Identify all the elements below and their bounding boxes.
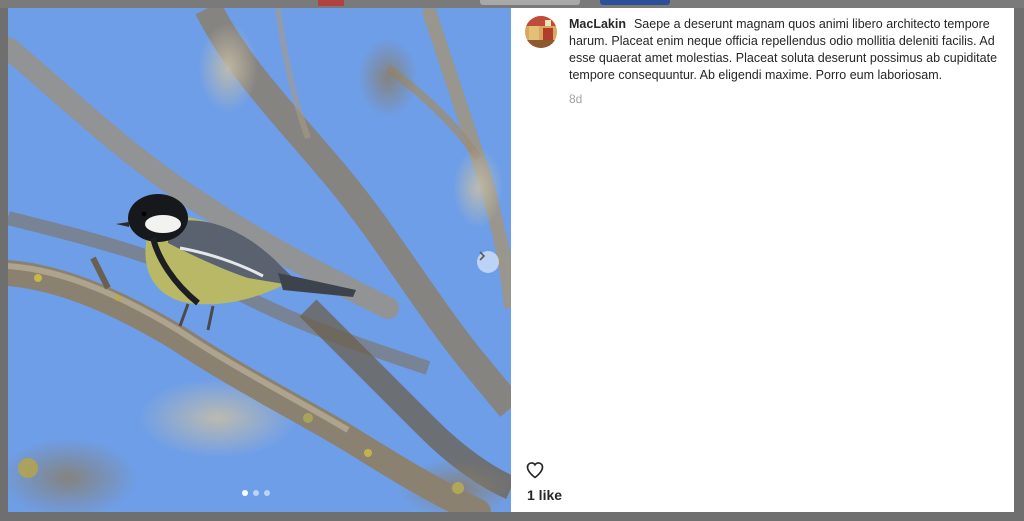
chevron-right-icon: [479, 251, 486, 261]
background-page-button: [600, 0, 670, 5]
heart-outline-icon[interactable]: [525, 460, 545, 480]
post-actions: [525, 460, 545, 485]
post-photo: [8, 8, 511, 512]
like-count[interactable]: 1 like: [527, 487, 562, 503]
post-modal: MacLakin Saepe a deserunt magnam quos ani…: [8, 8, 1014, 512]
carousel-dot: [264, 490, 270, 496]
avatar-image: [525, 16, 557, 48]
carousel-indicator: [242, 490, 270, 496]
avatar[interactable]: [525, 16, 557, 48]
caption-text-block: MacLakin Saepe a deserunt magnam quos ani…: [569, 16, 1000, 84]
post-timestamp[interactable]: 8d: [569, 92, 1000, 106]
caption-text: Saepe a deserunt magnam quos animi liber…: [569, 17, 998, 82]
post-sidebar: MacLakin Saepe a deserunt magnam quos ani…: [511, 8, 1014, 512]
background-page-element: [318, 0, 344, 6]
caption-comment: MacLakin Saepe a deserunt magnam quos ani…: [525, 16, 1000, 106]
background-page-element: [480, 0, 580, 5]
username-link[interactable]: MacLakin: [569, 17, 626, 31]
carousel-dot: [242, 490, 248, 496]
carousel-dot: [253, 490, 259, 496]
carousel-next-button[interactable]: [477, 251, 499, 273]
background-page: [0, 0, 1024, 8]
bird-on-branch-image: [8, 8, 511, 512]
